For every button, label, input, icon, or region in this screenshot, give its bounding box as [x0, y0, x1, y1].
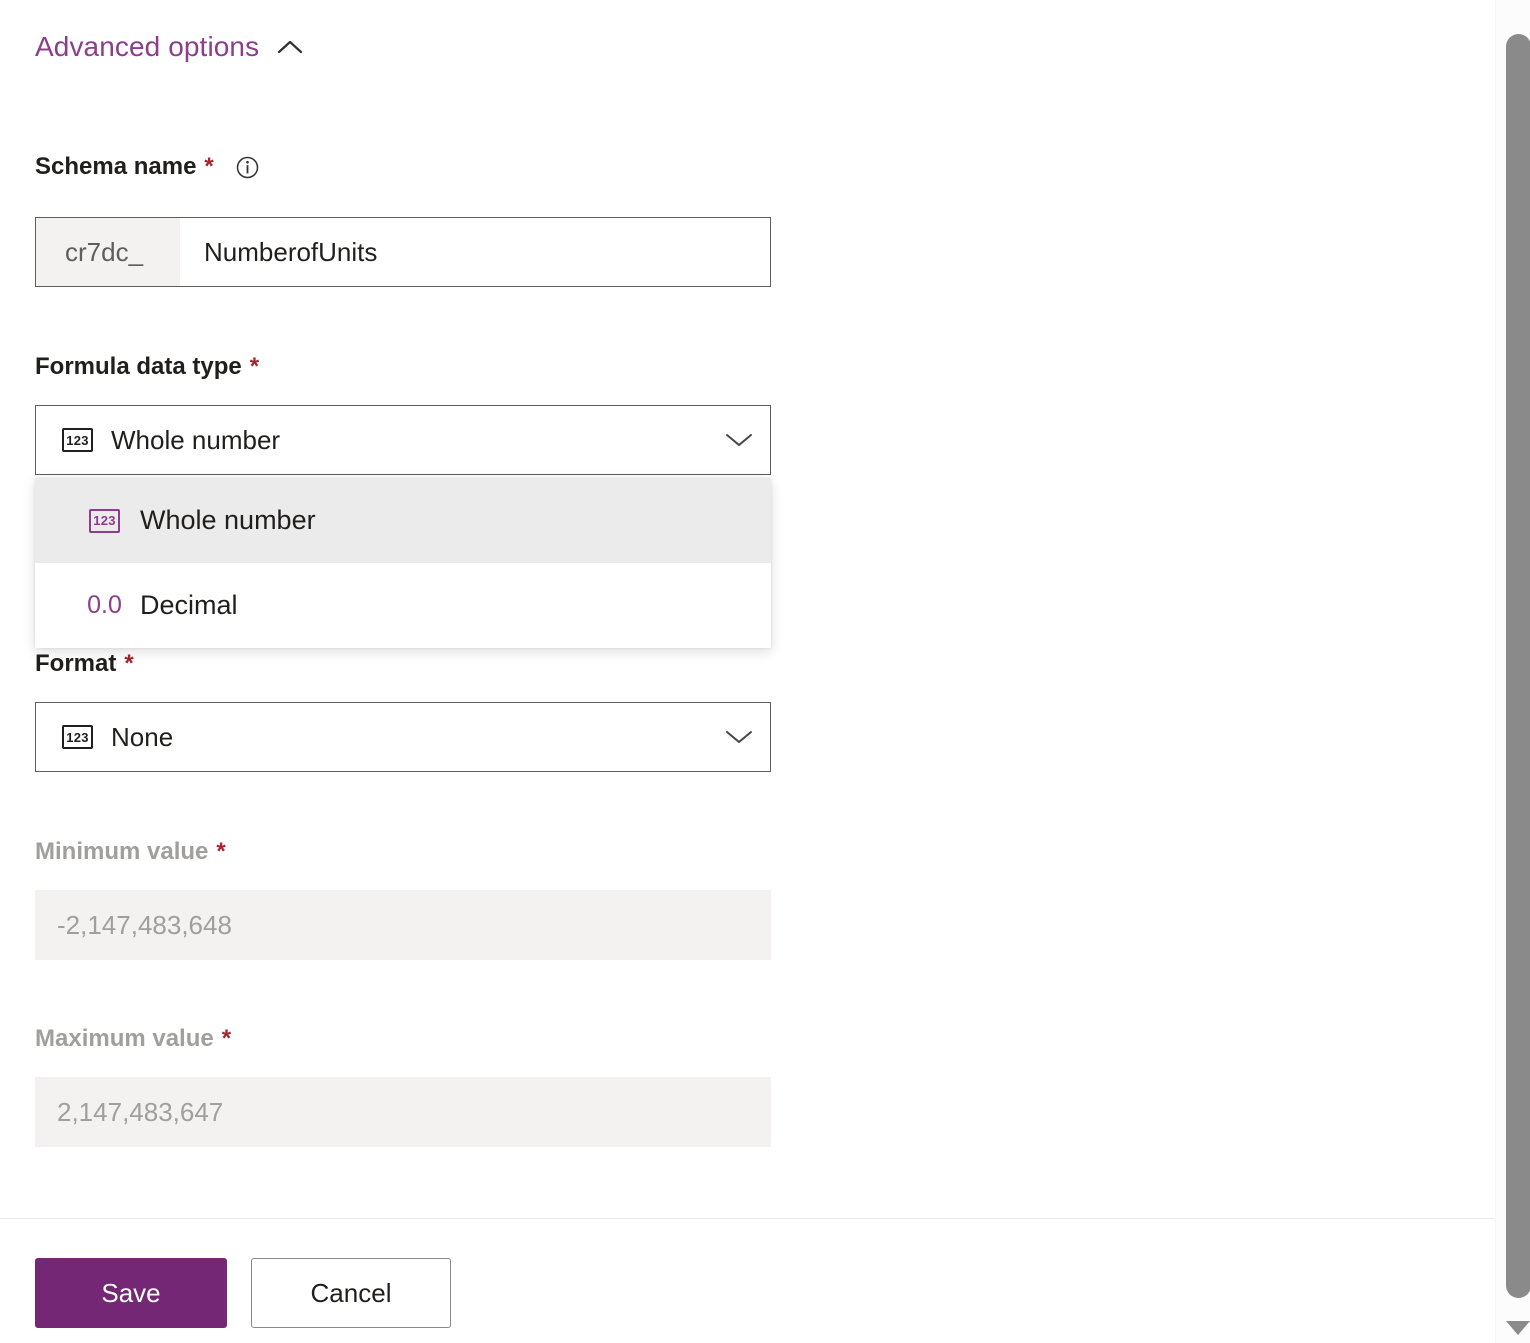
schema-name-prefix: cr7dc_	[36, 218, 180, 286]
format-combobox[interactable]: 123 None	[35, 702, 771, 772]
minimum-value-label: Minimum value *	[35, 840, 226, 864]
chevron-down-icon[interactable]	[722, 429, 756, 451]
formula-data-type-value: Whole number	[111, 427, 722, 453]
advanced-options-label: Advanced options	[35, 33, 259, 61]
footer-actions: Save Cancel	[35, 1258, 451, 1328]
minimum-value-label-text: Minimum value	[35, 840, 208, 864]
schema-name-input[interactable]: NumberofUnits	[180, 218, 770, 286]
number-123-icon: 123	[62, 725, 93, 749]
maximum-value-label: Maximum value *	[35, 1027, 231, 1051]
maximum-value-input: 2,147,483,647	[35, 1077, 771, 1147]
maximum-value-label-text: Maximum value	[35, 1027, 214, 1051]
advanced-options-toggle[interactable]: Advanced options	[35, 33, 303, 61]
number-123-icon: 123	[89, 509, 120, 533]
scroll-down-arrow-icon[interactable]	[1506, 1321, 1530, 1335]
schema-name-label-text: Schema name	[35, 155, 196, 179]
formula-data-type-combobox[interactable]: 123 Whole number	[35, 405, 771, 475]
formula-data-type-label-text: Formula data type	[35, 355, 242, 379]
scrollbar-thumb[interactable]	[1506, 34, 1530, 1298]
minimum-value-required: *	[216, 840, 225, 864]
cancel-button[interactable]: Cancel	[251, 1258, 451, 1328]
footer-divider	[0, 1218, 1495, 1219]
decimal-00-icon: 0.0	[89, 594, 120, 618]
formula-data-type-required: *	[250, 355, 259, 379]
minimum-value-input: -2,147,483,648	[35, 890, 771, 960]
format-label-text: Format	[35, 652, 116, 676]
formula-data-type-label: Formula data type *	[35, 355, 259, 379]
formula-data-type-dropdown[interactable]: 123 Whole number 0.0 Decimal	[35, 478, 771, 648]
info-icon[interactable]	[236, 156, 259, 179]
schema-name-label: Schema name *	[35, 155, 259, 179]
schema-name-required: *	[204, 155, 213, 179]
format-label: Format *	[35, 652, 134, 676]
maximum-value-required: *	[222, 1027, 231, 1051]
vertical-scrollbar[interactable]	[1495, 0, 1530, 1343]
chevron-up-icon[interactable]	[277, 39, 303, 55]
dropdown-option-decimal[interactable]: 0.0 Decimal	[35, 563, 771, 648]
format-required: *	[124, 652, 133, 676]
schema-name-input-group[interactable]: cr7dc_ NumberofUnits	[35, 217, 771, 287]
advanced-options-panel: Advanced options Schema name * cr7dc_ Nu…	[0, 0, 1495, 1343]
dropdown-option-whole-number[interactable]: 123 Whole number	[35, 478, 771, 563]
chevron-down-icon[interactable]	[722, 726, 756, 748]
number-123-icon: 123	[62, 428, 93, 452]
dropdown-option-label: Decimal	[140, 592, 238, 619]
format-value: None	[111, 724, 722, 750]
save-button[interactable]: Save	[35, 1258, 227, 1328]
dropdown-option-label: Whole number	[140, 507, 316, 534]
